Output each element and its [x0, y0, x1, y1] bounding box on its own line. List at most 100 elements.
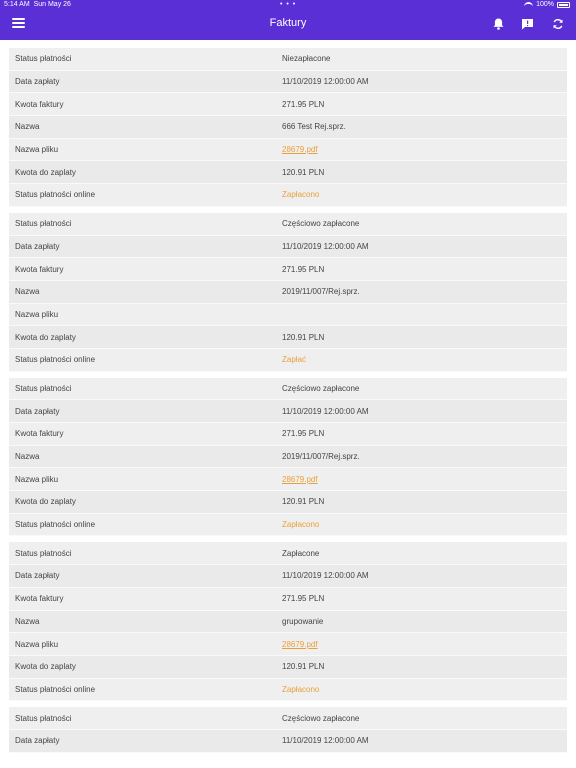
- amount-value: 271.95 PLN: [282, 594, 325, 604]
- online-label: Status płatności online: [15, 190, 96, 200]
- online-status-link[interactable]: Zapłacono: [282, 520, 319, 529]
- online-label: Status płatności online: [15, 684, 96, 694]
- name-label: Nazwa: [15, 616, 40, 626]
- file-label: Nazwa pliku: [15, 639, 59, 649]
- status-time: 5:14 AM: [4, 1, 30, 8]
- file-row: Nazwa pliku 28679.pdf: [9, 468, 567, 492]
- due-row: Kwota do zaplaty 120.91 PLN: [9, 491, 567, 514]
- amount-row: Kwota faktury 271.95 PLN: [9, 258, 567, 281]
- name-value: 2019/11/007/Rej.sprz.: [282, 287, 360, 297]
- name-row: Nazwa 2019/11/007/Rej.sprz.: [9, 280, 567, 304]
- date-label: Data zapłaty: [15, 241, 60, 251]
- status-label: Status płatności: [15, 383, 72, 393]
- status-value: Częściowo zapłacone: [282, 383, 360, 393]
- date-row: Data zapłaty 11/10/2019 12:00:00 AM: [9, 235, 567, 259]
- date-value: 11/10/2019 12:00:00 AM: [282, 241, 369, 251]
- file-link[interactable]: 28679.pdf: [282, 640, 318, 649]
- online-row: Status płatności online Zapłać: [9, 348, 567, 372]
- file-label: Nazwa pliku: [15, 145, 59, 155]
- date-row: Data zapłaty 11/10/2019 12:00:00 AM: [9, 729, 567, 753]
- status-label: Status płatności: [15, 713, 72, 723]
- due-label: Kwota do zaplaty: [15, 497, 76, 507]
- pay-button[interactable]: Zapłać: [282, 355, 306, 364]
- app-header: 5:14 AM Sun May 26 • • • 100% Faktury: [0, 0, 576, 40]
- amount-label: Kwota faktury: [15, 99, 64, 109]
- status-value: Niezapłacone: [282, 54, 331, 64]
- status-value: Zapłacone: [282, 548, 320, 558]
- name-label: Nazwa: [15, 287, 40, 297]
- battery-percent: 100%: [536, 1, 554, 8]
- online-row: Status płatności online Zapłacono: [9, 513, 567, 537]
- due-value: 120.91 PLN: [282, 332, 325, 342]
- due-row: Kwota do zaplaty 120.91 PLN: [9, 326, 567, 349]
- due-value: 120.91 PLN: [282, 662, 325, 672]
- date-value: 11/10/2019 12:00:00 AM: [282, 77, 369, 87]
- amount-row: Kwota faktury 271.95 PLN: [9, 93, 567, 117]
- due-value: 120.91 PLN: [282, 167, 325, 177]
- due-label: Kwota do zaplaty: [15, 332, 76, 342]
- date-label: Data zapłaty: [15, 406, 60, 416]
- date-label: Data zapłaty: [15, 77, 60, 87]
- status-time-date: 5:14 AM Sun May 26: [4, 1, 71, 8]
- invoice-card: Status płatności Częściowo zapłacone Data…: [9, 707, 567, 753]
- file-link[interactable]: 28679.pdf: [282, 145, 318, 154]
- name-value: grupowanie: [282, 616, 324, 626]
- status-label: Status płatności: [15, 54, 72, 64]
- due-row: Kwota do zaplaty 120.91 PLN: [9, 161, 567, 185]
- date-row: Data zapłaty 11/10/2019 12:00:00 AM: [9, 70, 567, 94]
- name-row: Nazwa 666 Test Rej.sprz.: [9, 116, 567, 139]
- status-row: Status płatności Częściowo zapłacone: [9, 377, 567, 401]
- amount-value: 271.95 PLN: [282, 429, 325, 439]
- due-value: 120.91 PLN: [282, 497, 325, 507]
- name-label: Nazwa: [15, 452, 40, 462]
- amount-label: Kwota faktury: [15, 264, 64, 274]
- online-row: Status płatności online Zapłacono: [9, 184, 567, 207]
- file-row: Nazwa pliku 28679.pdf: [9, 633, 567, 656]
- status-row: Status płatności Częściowo zapłacone: [9, 212, 567, 236]
- status-value: Częściowo zapłacone: [282, 713, 360, 723]
- online-label: Status płatności online: [15, 520, 96, 530]
- invoice-list: Status płatności Niezapłacone Data zapłat…: [9, 48, 567, 759]
- amount-row: Kwota faktury 271.95 PLN: [9, 423, 567, 446]
- status-value: Częściowo zapłacone: [282, 219, 360, 229]
- status-label: Status płatności: [15, 219, 72, 229]
- invoice-card: Status płatności Niezapłacone Data zapłat…: [9, 48, 567, 207]
- file-row: Nazwa pliku: [9, 303, 567, 327]
- invoice-card: Status płatności Częściowo zapłacone Data…: [9, 212, 567, 372]
- name-row: Nazwa 2019/11/007/Rej.sprz.: [9, 445, 567, 469]
- invoice-card: Status płatności Częściowo zapłacone Data…: [9, 377, 567, 537]
- page-title: Faktury: [269, 17, 307, 29]
- date-row: Data zapłaty 11/10/2019 12:00:00 AM: [9, 565, 567, 588]
- invoice-card: Status płatności Zapłacone Data zapłaty 11…: [9, 542, 567, 702]
- battery-icon: [557, 1, 570, 8]
- online-label: Status płatności online: [15, 355, 96, 365]
- date-value: 11/10/2019 12:00:00 AM: [282, 736, 369, 746]
- online-status-link[interactable]: Zapłacono: [282, 190, 319, 199]
- amount-label: Kwota faktury: [15, 594, 64, 604]
- amount-value: 271.95 PLN: [282, 99, 325, 109]
- amount-label: Kwota faktury: [15, 429, 64, 439]
- online-status-link[interactable]: Zapłacono: [282, 685, 319, 694]
- amount-value: 271.95 PLN: [282, 264, 325, 274]
- file-row: Nazwa pliku 28679.pdf: [9, 138, 567, 162]
- date-label: Data zapłaty: [15, 571, 60, 581]
- status-label: Status płatności: [15, 548, 72, 558]
- name-row: Nazwa grupowanie: [9, 610, 567, 634]
- message-alert-icon[interactable]: [520, 17, 534, 31]
- date-value: 11/10/2019 12:00:00 AM: [282, 571, 369, 581]
- bell-icon[interactable]: [491, 17, 505, 31]
- date-label: Data zapłaty: [15, 736, 60, 746]
- name-value: 2019/11/007/Rej.sprz.: [282, 452, 360, 462]
- date-value: 11/10/2019 12:00:00 AM: [282, 406, 369, 416]
- file-link[interactable]: 28679.pdf: [282, 475, 318, 484]
- status-dots: • • •: [280, 1, 297, 8]
- date-row: Data zapłaty 11/10/2019 12:00:00 AM: [9, 400, 567, 423]
- status-right: 100%: [524, 1, 570, 8]
- status-row: Status płatności Zapłacone: [9, 542, 567, 566]
- wifi-icon: [524, 1, 534, 8]
- status-row: Status płatności Częściowo zapłacone: [9, 707, 567, 730]
- refresh-icon[interactable]: [551, 17, 565, 31]
- status-row: Status płatności Niezapłacone: [9, 48, 567, 71]
- name-value: 666 Test Rej.sprz.: [282, 122, 346, 132]
- due-label: Kwota do zaplaty: [15, 167, 76, 177]
